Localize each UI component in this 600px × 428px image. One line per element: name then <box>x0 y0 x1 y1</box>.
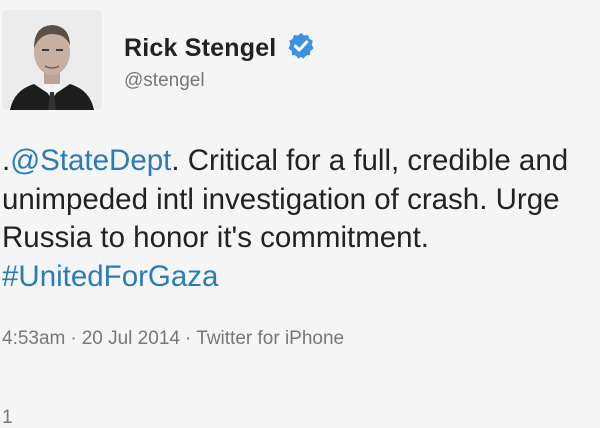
tweet-line-3: Russia to honor it's commitment. <box>2 221 429 254</box>
hashtag-link[interactable]: #UnitedForGaza <box>2 260 218 293</box>
retweet-count: 1 <box>2 407 13 428</box>
tweet-line-1-rest: . Critical for a full, credible and <box>171 144 569 177</box>
tweet-meta: 4:53am · 20 Jul 2014 · Twitter for iPhone <box>2 328 344 350</box>
avatar[interactable] <box>2 10 102 110</box>
tweet-time[interactable]: 4:53am <box>2 328 65 349</box>
tweet-prefix: . <box>2 144 11 177</box>
verified-badge-icon <box>288 32 314 59</box>
meta-separator: · <box>184 328 192 349</box>
tweet-text: .@StateDept. Critical for a full, credib… <box>2 142 598 296</box>
mention-link[interactable]: @StateDept <box>10 144 171 177</box>
tweet-source: Twitter for iPhone <box>196 328 345 349</box>
tweet-date[interactable]: 20 Jul 2014 <box>82 328 180 349</box>
author-handle[interactable]: @stengel <box>124 70 205 92</box>
meta-separator: · <box>70 328 77 349</box>
profile-photo <box>2 10 102 110</box>
tweet-line-2: unimpeded intl investigation of crash. U… <box>2 182 560 216</box>
author-name[interactable]: Rick Stengel <box>124 34 276 63</box>
tweet-line-1: .@StateDept. Critical for a full, credib… <box>2 142 598 181</box>
